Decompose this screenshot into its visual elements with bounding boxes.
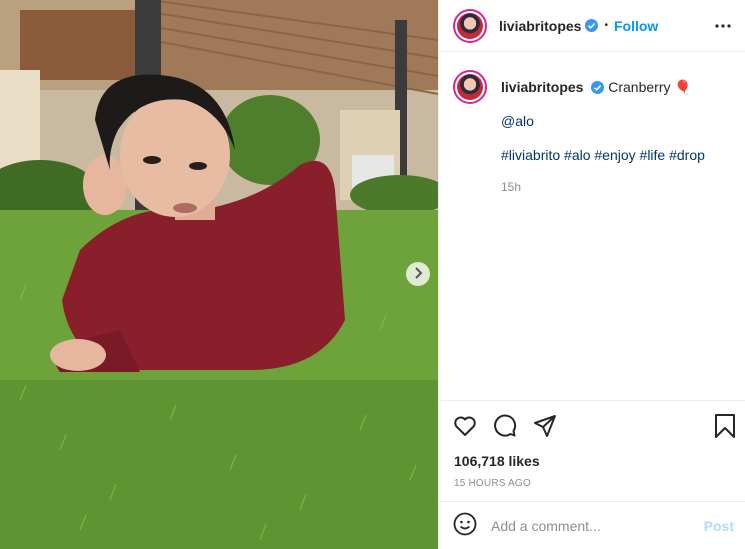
chevron-right-icon (413, 266, 423, 282)
verified-icon (585, 19, 599, 32)
caption-text: Cranberry (608, 78, 671, 95)
caption-mention[interactable]: @alo (501, 112, 738, 130)
caption: liviabritopes Cranberry 🎈 @alo #liviabri… (453, 70, 738, 194)
post-header: liviabritopes • Follow (439, 0, 745, 52)
post-comment-button[interactable]: Post (704, 518, 734, 534)
post-photo[interactable] (0, 0, 438, 549)
post-panel: liviabritopes • Follow liviabritopes Cra… (438, 0, 745, 549)
separator-dot: • (604, 20, 608, 31)
emoji-icon[interactable] (453, 512, 477, 539)
caption-hashtags[interactable]: #liviabrito #alo #enjoy #life #drop (501, 146, 738, 164)
post-time: 15 HOURS AGO (454, 478, 531, 489)
likes-count[interactable]: 106,718 likes (439, 453, 745, 469)
instagram-post: liviabritopes • Follow liviabritopes Cra… (0, 0, 745, 549)
share-icon[interactable] (533, 414, 557, 438)
comment-bar: Post (439, 501, 745, 549)
heart-icon[interactable] (453, 415, 477, 437)
header-username[interactable]: liviabritopes (499, 18, 581, 34)
caption-age: 15h (501, 180, 522, 194)
next-photo-button[interactable] (406, 262, 430, 286)
caption-username[interactable]: liviabritopes (501, 79, 583, 95)
photo-scene (0, 0, 438, 549)
comment-icon[interactable] (493, 414, 517, 438)
bookmark-icon[interactable] (714, 413, 736, 442)
avatar[interactable] (453, 8, 487, 43)
verified-icon (591, 80, 605, 94)
more-horizontal-icon[interactable] (714, 17, 732, 35)
caption-emoji: 🎈 (674, 78, 692, 95)
caption-avatar[interactable] (453, 70, 487, 104)
follow-button[interactable]: Follow (614, 18, 658, 34)
comment-input[interactable] (491, 517, 691, 534)
